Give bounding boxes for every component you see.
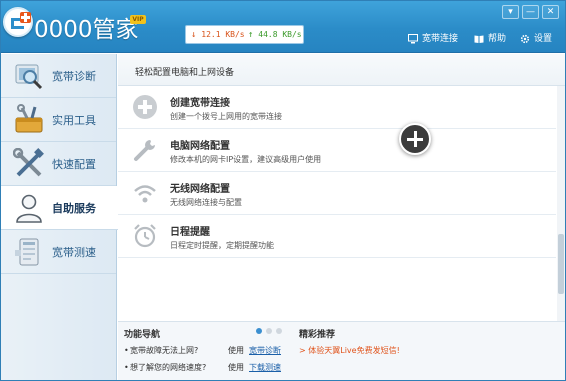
scrollbar[interactable] [557, 86, 565, 321]
service-desc: 修改本机的网卡IP设置，建议高级用户使用 [170, 155, 322, 164]
section-header: 轻松配置电脑和上网设备 [118, 54, 565, 86]
toolbox-icon [15, 104, 43, 133]
service-title: 创建宽带连接 [170, 98, 230, 109]
book-icon [474, 35, 484, 43]
carousel-dot[interactable] [256, 328, 262, 334]
sidebar-item-label: 宽带测速 [52, 246, 96, 259]
broadband-connect-label: 宽带连接 [422, 34, 459, 44]
download-speed-value: 12.1 KB/s [201, 30, 245, 39]
minimize-button[interactable]: — [522, 5, 539, 19]
service-desc: 无线网络连接与配置 [170, 198, 242, 207]
app-window: 0000管家 VIP ↓ 12.1 KB/s ↑ 44.8 KB/s ▾ — ✕… [0, 0, 566, 381]
sidebar-item-label: 自助服务 [52, 202, 96, 215]
carousel-dot[interactable] [276, 328, 282, 334]
service-title: 电脑网络配置 [170, 141, 230, 152]
service-desc: 创建一个拨号上网用的宽带连接 [170, 112, 282, 121]
service-desc: 日程定时提醒，定期提醒功能 [170, 241, 274, 250]
service-item-wireless-config[interactable]: 无线网络配置 无线网络连接与配置 [118, 172, 556, 215]
feature-nav-title: 功能导航 [124, 330, 161, 340]
sidebar-item-speed-test[interactable]: 宽带测速 [1, 230, 116, 274]
sidebar-item-utilities[interactable]: 实用工具 [1, 98, 116, 142]
menu-button[interactable]: ▾ [502, 5, 519, 19]
footer-panel: 功能导航 精彩推荐 • 宽带故障无法上网? 使用 宽带诊断 > 体验天翼Live… [118, 321, 565, 380]
settings-label: 设置 [534, 34, 553, 44]
alarm-clock-icon [134, 224, 156, 248]
sidebar-item-self-service[interactable]: 自助服务 [1, 186, 118, 230]
wrench-icon [134, 140, 155, 161]
service-item-schedule-reminder[interactable]: 日程提醒 日程定时提醒，定期提醒功能 [118, 215, 556, 258]
close-button[interactable]: ✕ [542, 5, 559, 19]
sidebar-item-label: 实用工具 [52, 114, 96, 127]
sidebar-item-broadband-diagnose[interactable]: 宽带诊断 [1, 54, 116, 98]
magnifier-icon [15, 64, 43, 90]
carousel-dot[interactable] [266, 328, 272, 334]
add-shortcut-button[interactable] [399, 123, 431, 155]
wifi-icon [134, 185, 156, 203]
top-links: 宽带连接 帮助 设置 [408, 32, 558, 46]
download-arrow-icon: ↓ [191, 30, 197, 40]
sidebar-item-label: 宽带诊断 [52, 70, 96, 83]
use-label: 使用 [228, 363, 244, 372]
service-item-create-broadband[interactable]: 创建宽带连接 创建一个拨号上网用的宽带连接 [118, 86, 556, 129]
monitor-icon [408, 34, 418, 44]
main-panel: 轻松配置电脑和上网设备 创建宽带连接 创建一个拨号上网用的宽带连接 电脑网络配置… [118, 54, 565, 321]
help-label: 帮助 [488, 34, 507, 44]
download-speed: ↓ 12.1 KB/s [191, 26, 245, 44]
nav-question: 想了解您的网络速度? [130, 363, 207, 372]
recommend-title: 精彩推荐 [299, 330, 336, 340]
sidebar: 宽带诊断 实用工具 快速配置 自助服务 宽带测速 [1, 54, 118, 380]
service-title: 无线网络配置 [170, 184, 230, 195]
user-icon [16, 194, 42, 223]
plus-circle-icon [133, 95, 157, 119]
section-title: 轻松配置电脑和上网设备 [135, 68, 235, 78]
nav-question: 宽带故障无法上网? [130, 346, 199, 355]
bullet-icon: • [124, 346, 129, 355]
scrollbar-thumb[interactable] [558, 234, 564, 294]
upload-arrow-icon: ↑ [248, 30, 254, 40]
upload-speed: ↑ 44.8 KB/s [248, 26, 302, 44]
use-label: 使用 [228, 346, 244, 355]
speed-indicator: ↓ 12.1 KB/s ↑ 44.8 KB/s [185, 25, 304, 44]
title-bar: 0000管家 VIP ↓ 12.1 KB/s ↑ 44.8 KB/s ▾ — ✕… [1, 1, 565, 53]
app-logo-icon [3, 7, 33, 37]
vip-badge: VIP [130, 15, 146, 24]
speed-test-icon [15, 238, 39, 266]
gear-icon [520, 34, 530, 44]
upload-speed-value: 44.8 KB/s [258, 30, 302, 39]
broadband-diagnose-link[interactable]: 宽带诊断 [249, 345, 281, 356]
service-title: 日程提醒 [170, 227, 210, 238]
speed-test-link[interactable]: 下载测速 [249, 362, 281, 373]
promo-link[interactable]: > 体验天翼Live免费发短信! [299, 345, 400, 356]
sidebar-item-label: 快速配置 [52, 158, 96, 171]
app-title: 0000管家 [34, 17, 139, 43]
tools-icon [13, 148, 44, 177]
service-item-network-config[interactable]: 电脑网络配置 修改本机的网卡IP设置，建议高级用户使用 [118, 129, 556, 172]
bullet-icon: • [124, 363, 129, 372]
sidebar-item-quick-config[interactable]: 快速配置 [1, 142, 116, 186]
